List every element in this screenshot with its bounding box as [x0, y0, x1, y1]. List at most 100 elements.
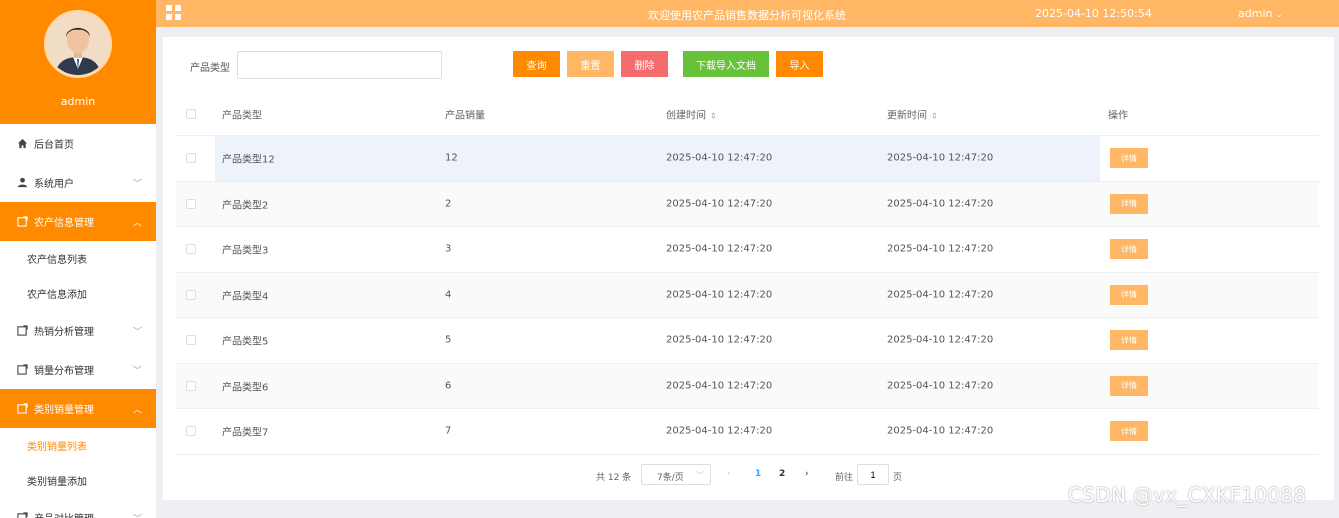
row-checkbox[interactable]	[186, 335, 196, 346]
avatar[interactable]	[44, 10, 112, 78]
main-card: 产品类型 查询 重置 删除 下载导入文档 导入 产品类型 产品销量 创建时间 ⇕ …	[163, 37, 1334, 500]
sidebar-item-label: 热销分析管理	[34, 327, 94, 338]
chevron-up-icon: ︿	[132, 218, 142, 228]
sidebar-item-system-users[interactable]: 系统用户 ﹀	[0, 163, 156, 202]
folder-icon	[16, 403, 28, 415]
sidebar-item-farm-info-management[interactable]: 农产信息管理 ︿	[0, 202, 156, 241]
cell-sales: 5	[445, 334, 452, 346]
system-title: 欢迎使用农产品销售数据分析可视化系统	[648, 9, 846, 22]
prev-page-icon[interactable]: ‹	[727, 469, 731, 479]
folder-icon	[16, 216, 28, 228]
table-row[interactable]: 产品类型6 6 2025-04-10 12:47:20 2025-04-10 1…	[176, 363, 1319, 409]
cell-updated: 2025-04-10 12:47:20	[887, 289, 994, 301]
user-icon	[16, 177, 28, 189]
column-header-created[interactable]: 创建时间 ⇕	[666, 106, 717, 121]
cell-created: 2025-04-10 12:47:20	[666, 425, 773, 437]
sidebar-username: admin	[60, 95, 96, 108]
goto-page-input[interactable]	[857, 464, 889, 485]
watermark-text: CSDN @vx_CXKF10088	[1068, 483, 1307, 507]
sidebar-item-hot-sales-analysis[interactable]: 热销分析管理 ﹀	[0, 311, 156, 350]
column-header-updated[interactable]: 更新时间 ⇕	[887, 106, 938, 121]
detail-button[interactable]: 详情	[1110, 239, 1148, 260]
cell-created: 2025-04-10 12:47:20	[666, 152, 773, 164]
row-checkbox[interactable]	[186, 244, 196, 255]
current-datetime: 2025-04-10 12:50:54	[1035, 7, 1152, 20]
cell-type: 产品类型3	[222, 245, 269, 257]
page-size-value: 7条/页	[657, 473, 684, 483]
row-checkbox[interactable]	[186, 153, 196, 164]
column-header-type: 产品类型	[222, 110, 262, 121]
table-row[interactable]: 产品类型4 4 2025-04-10 12:47:20 2025-04-10 1…	[176, 272, 1319, 318]
sort-icon[interactable]: ⇕	[931, 111, 938, 120]
cell-sales: 4	[445, 289, 452, 301]
detail-button[interactable]: 详情	[1110, 330, 1148, 351]
cell-created: 2025-04-10 12:47:20	[666, 334, 773, 346]
search-label: 产品类型	[190, 63, 230, 74]
sort-icon[interactable]: ⇕	[710, 111, 717, 120]
folder-icon	[16, 512, 28, 518]
product-type-search-input[interactable]	[237, 51, 442, 79]
query-button[interactable]: 查询	[513, 51, 560, 77]
sidebar-item-label: 类别销量管理	[34, 405, 94, 416]
column-header-operation: 操作	[1108, 110, 1128, 121]
folder-icon	[16, 364, 28, 376]
table-row[interactable]: 产品类型7 7 2025-04-10 12:47:20 2025-04-10 1…	[176, 409, 1319, 455]
detail-button[interactable]: 详情	[1110, 148, 1148, 169]
cell-type: 产品类型5	[222, 336, 269, 348]
sidebar-item-product-compare[interactable]: 产品对比管理 ﹀	[0, 498, 156, 518]
cell-sales: 3	[445, 243, 452, 255]
table-header: 产品类型 产品销量 创建时间 ⇕ 更新时间 ⇕ 操作	[176, 92, 1319, 136]
sidebar-item-farm-info-add[interactable]: 农产信息添加	[0, 276, 156, 311]
page-number-2[interactable]: 2	[779, 469, 785, 479]
row-checkbox[interactable]	[186, 426, 196, 437]
user-name: admin	[1238, 7, 1273, 20]
sidebar-item-category-sales-management[interactable]: 类别销量管理 ︿	[0, 389, 156, 428]
delete-button[interactable]: 删除	[621, 51, 668, 77]
sidebar-item-home[interactable]: 后台首页	[0, 124, 156, 163]
sidebar-item-label: 销量分布管理	[34, 366, 94, 377]
page-number-1[interactable]: 1	[755, 469, 761, 479]
cell-updated: 2025-04-10 12:47:20	[887, 380, 994, 392]
sidebar-item-sales-distribution[interactable]: 销量分布管理 ﹀	[0, 350, 156, 389]
top-header: 欢迎使用农产品销售数据分析可视化系统 2025-04-10 12:50:54 a…	[156, 0, 1339, 27]
sidebar-item-label: 农产信息管理	[34, 218, 94, 229]
chevron-up-icon: ︿	[132, 405, 142, 415]
sidebar-item-farm-info-list[interactable]: 农产信息列表	[0, 241, 156, 276]
page-size-select[interactable]: 7条/页 ﹀	[641, 464, 711, 485]
select-all-checkbox[interactable]	[186, 108, 196, 119]
detail-button[interactable]: 详情	[1110, 193, 1148, 214]
detail-button[interactable]: 详情	[1110, 284, 1148, 305]
chevron-down-icon: ﹀	[132, 366, 142, 376]
folder-icon	[16, 325, 28, 337]
reset-button[interactable]: 重置	[567, 51, 614, 77]
cell-created: 2025-04-10 12:47:20	[666, 289, 773, 301]
table-row[interactable]: 产品类型2 2 2025-04-10 12:47:20 2025-04-10 1…	[176, 181, 1319, 227]
column-header-label: 创建时间	[666, 110, 706, 121]
download-import-doc-button[interactable]: 下载导入文档	[683, 51, 769, 77]
cell-sales: 2	[445, 198, 452, 210]
detail-button[interactable]: 详情	[1110, 375, 1148, 396]
cell-updated: 2025-04-10 12:47:20	[887, 425, 994, 437]
cell-type: 产品类型7	[222, 427, 269, 439]
home-icon	[16, 138, 28, 150]
table-row[interactable]: 产品类型12 12 2025-04-10 12:47:20 2025-04-10…	[176, 136, 1319, 182]
row-checkbox[interactable]	[186, 198, 196, 209]
user-dropdown[interactable]: admin ⌄	[1238, 7, 1283, 20]
import-button[interactable]: 导入	[776, 51, 823, 77]
menu-toggle-icon[interactable]	[166, 5, 181, 20]
detail-button[interactable]: 详情	[1110, 421, 1148, 442]
cell-sales: 12	[445, 152, 458, 164]
table-row[interactable]: 产品类型5 5 2025-04-10 12:47:20 2025-04-10 1…	[176, 318, 1319, 364]
chevron-down-icon: ﹀	[132, 327, 142, 337]
pagination-total: 共 12 条	[596, 473, 632, 483]
sidebar-item-category-sales-add[interactable]: 类别销量添加	[0, 463, 156, 498]
row-checkbox[interactable]	[186, 289, 196, 300]
cell-type: 产品类型6	[222, 382, 269, 394]
row-checkbox[interactable]	[186, 380, 196, 391]
cell-created: 2025-04-10 12:47:20	[666, 380, 773, 392]
next-page-icon[interactable]: ›	[805, 469, 809, 479]
avatar-image	[47, 13, 109, 75]
sidebar-item-label: 系统用户	[34, 179, 74, 190]
sidebar-item-category-sales-list[interactable]: 类别销量列表	[0, 428, 156, 463]
table-row[interactable]: 产品类型3 3 2025-04-10 12:47:20 2025-04-10 1…	[176, 227, 1319, 273]
